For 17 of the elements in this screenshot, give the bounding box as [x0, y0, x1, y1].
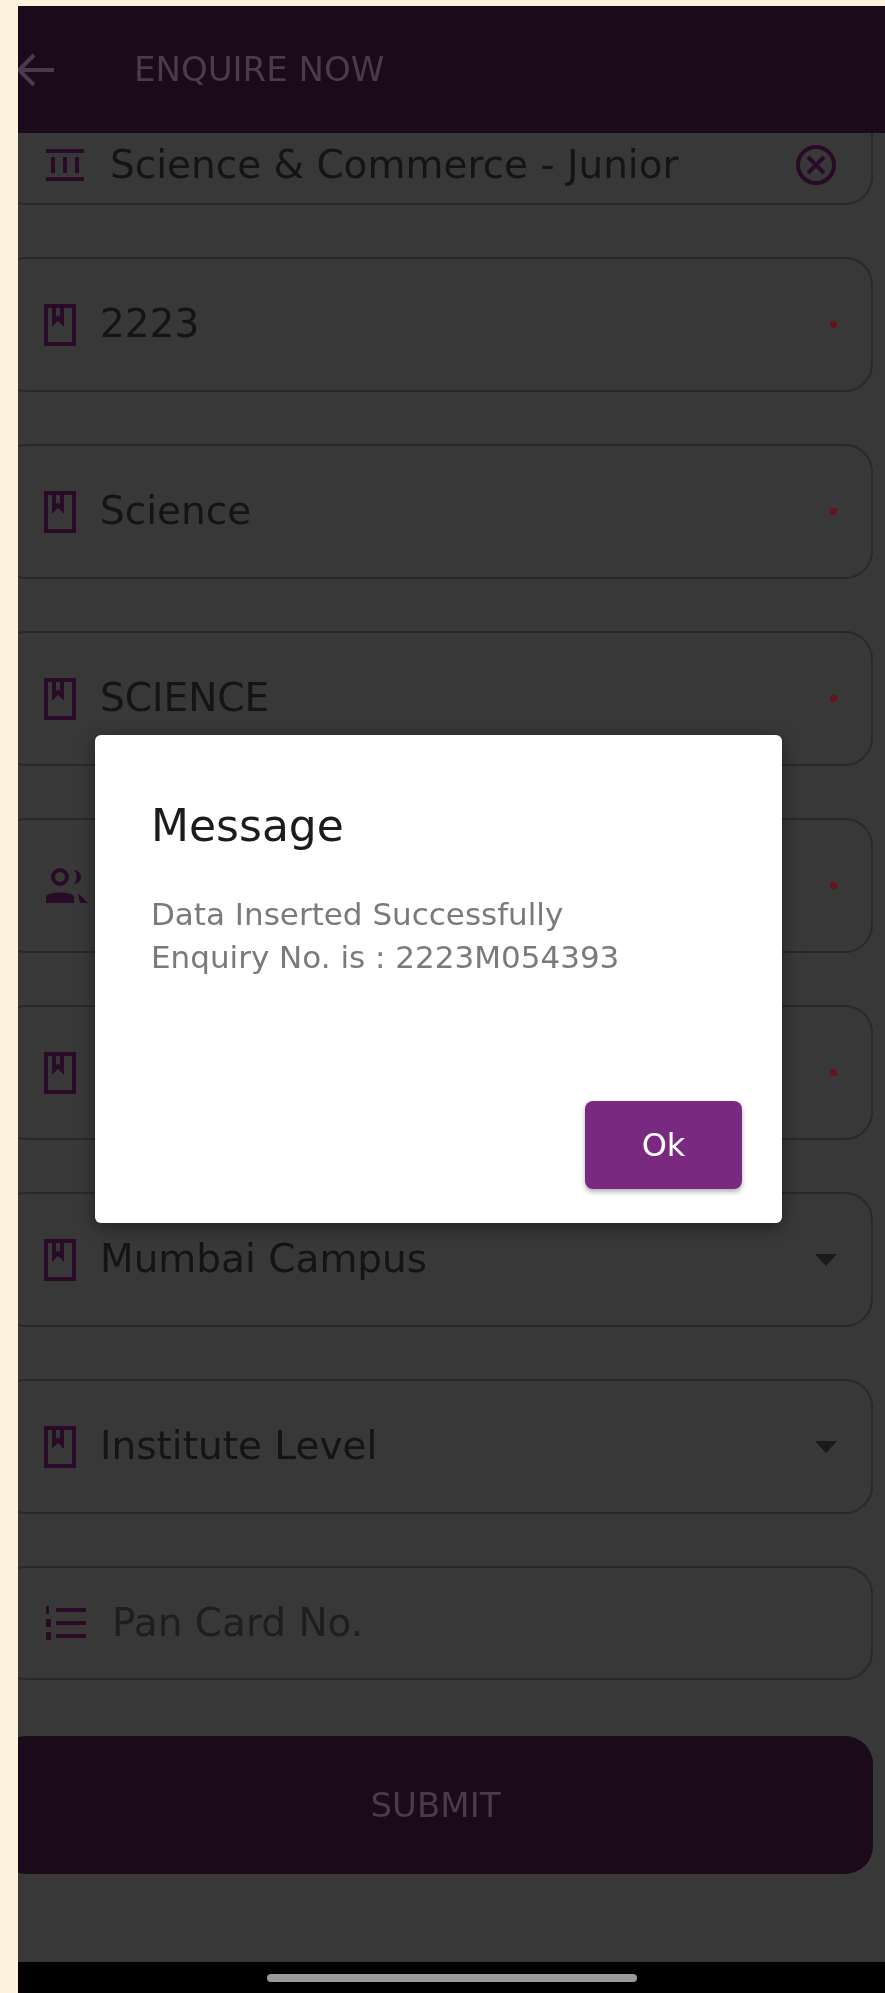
people-icon	[44, 866, 90, 905]
book-icon	[44, 677, 76, 720]
columns-icon	[44, 147, 86, 183]
book-icon	[44, 490, 76, 533]
book-icon	[44, 303, 76, 346]
home-indicator[interactable]	[266, 1973, 637, 1982]
clear-icon[interactable]	[795, 144, 837, 186]
book-icon	[44, 1238, 76, 1281]
back-arrow-icon[interactable]	[18, 51, 56, 88]
caret-icon[interactable]	[815, 1440, 837, 1453]
ok-button[interactable]: Ok	[585, 1101, 742, 1189]
list-icon	[44, 1603, 88, 1643]
book-icon	[44, 1425, 76, 1468]
dialog-message: Data Inserted Successfully Enquiry No. is : 2223M054393	[151, 895, 621, 978]
book-icon	[44, 1051, 76, 1094]
dialog-title: Message	[151, 799, 345, 853]
caret-icon[interactable]	[815, 1253, 837, 1266]
